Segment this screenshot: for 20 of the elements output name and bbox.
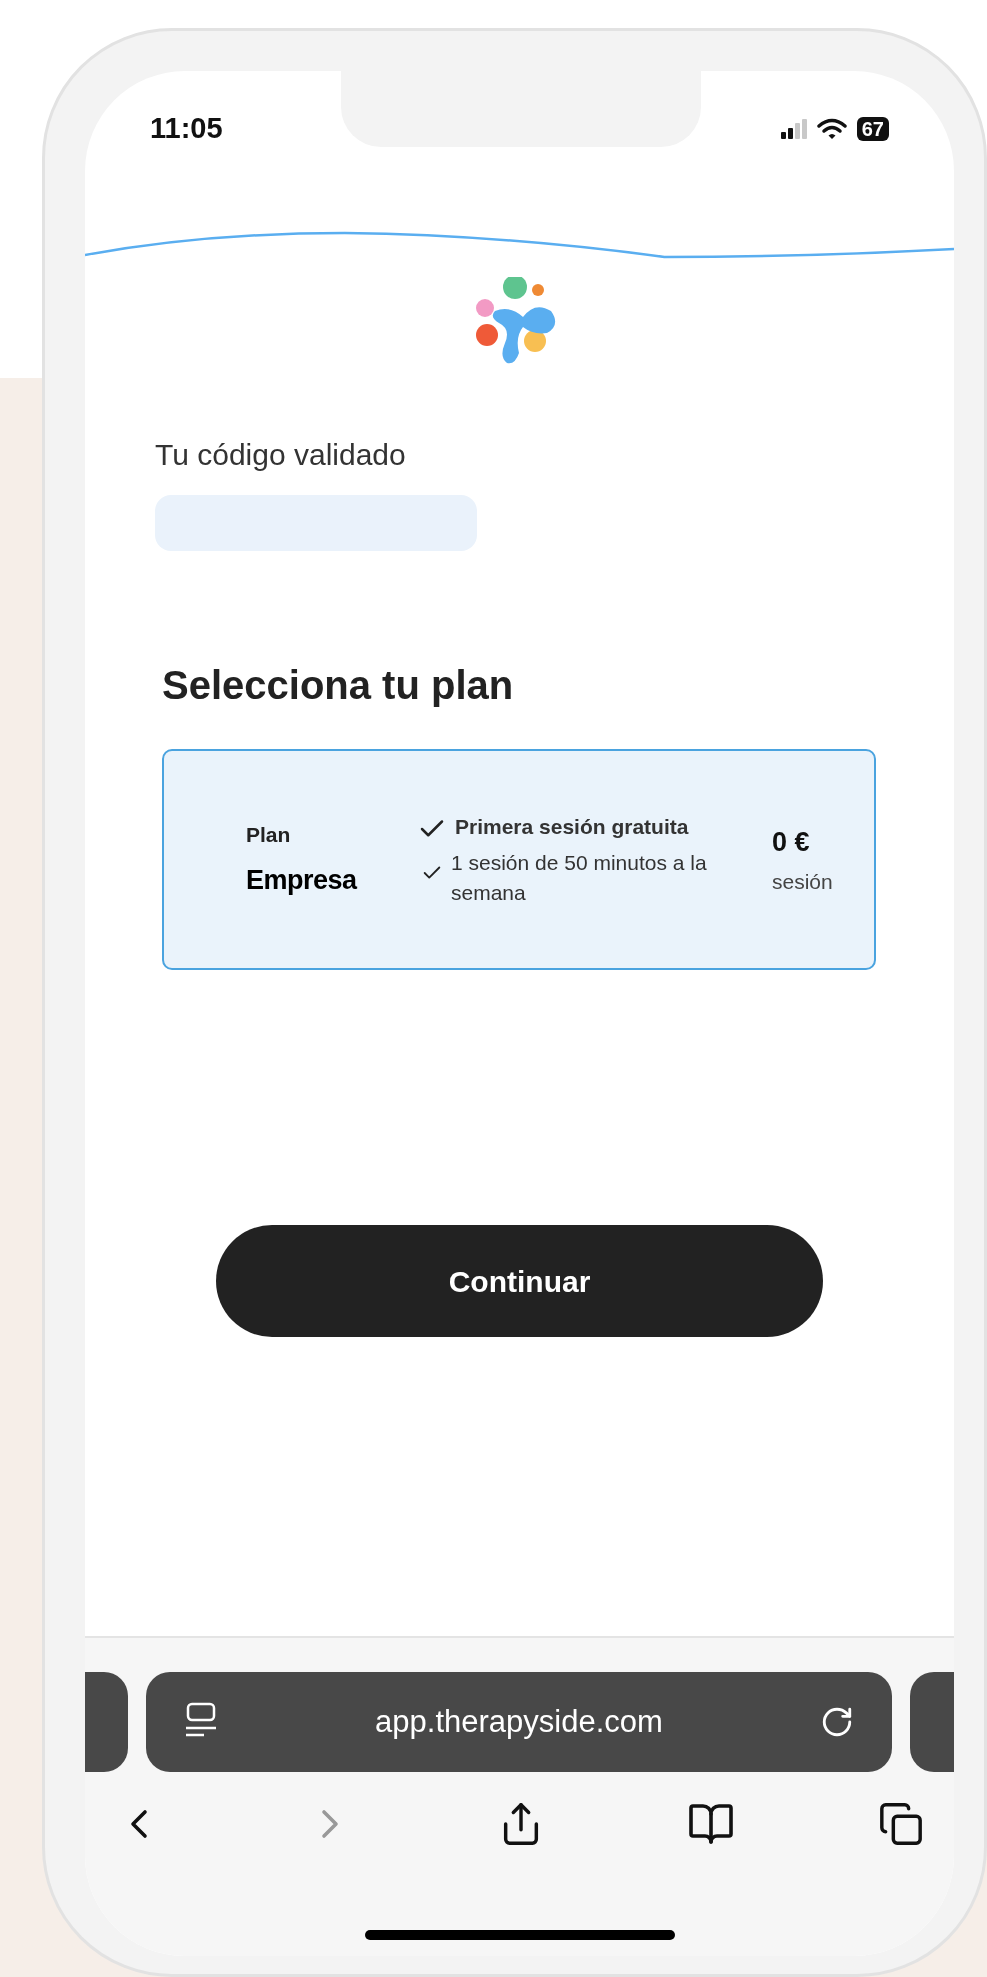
battery-indicator: 67	[856, 117, 889, 141]
plan-heading: Selecciona tu plan	[162, 662, 515, 709]
plan-name: Empresa	[246, 864, 359, 897]
plan-card[interactable]: Plan Empresa Primera sesión gratuita 1 sesión de 50 minutos a la semana 0 € sesión	[162, 749, 876, 970]
plan-feature: 1 sesión de 50 minutos a la semana	[451, 849, 708, 906]
tab-preview[interactable]	[910, 1672, 954, 1772]
wifi-icon	[816, 118, 847, 140]
address-bar[interactable]: app.therapyside.com	[146, 1672, 892, 1772]
plan-label: Plan	[246, 821, 292, 848]
plan-price: 0 €	[772, 825, 811, 859]
status-time: 11:05	[150, 111, 223, 147]
tabs-icon[interactable]	[878, 1801, 924, 1847]
price-unit: sesión	[772, 869, 833, 895]
continue-button[interactable]: Continuar	[216, 1225, 823, 1337]
tab-preview[interactable]	[85, 1672, 128, 1772]
signal-icon	[780, 119, 807, 139]
reload-icon[interactable]	[820, 1705, 854, 1739]
url-text: app.therapyside.com	[374, 1702, 664, 1741]
code-label: Tu código validado	[155, 437, 407, 473]
plan-feature: Primera sesión gratuita	[455, 813, 689, 840]
